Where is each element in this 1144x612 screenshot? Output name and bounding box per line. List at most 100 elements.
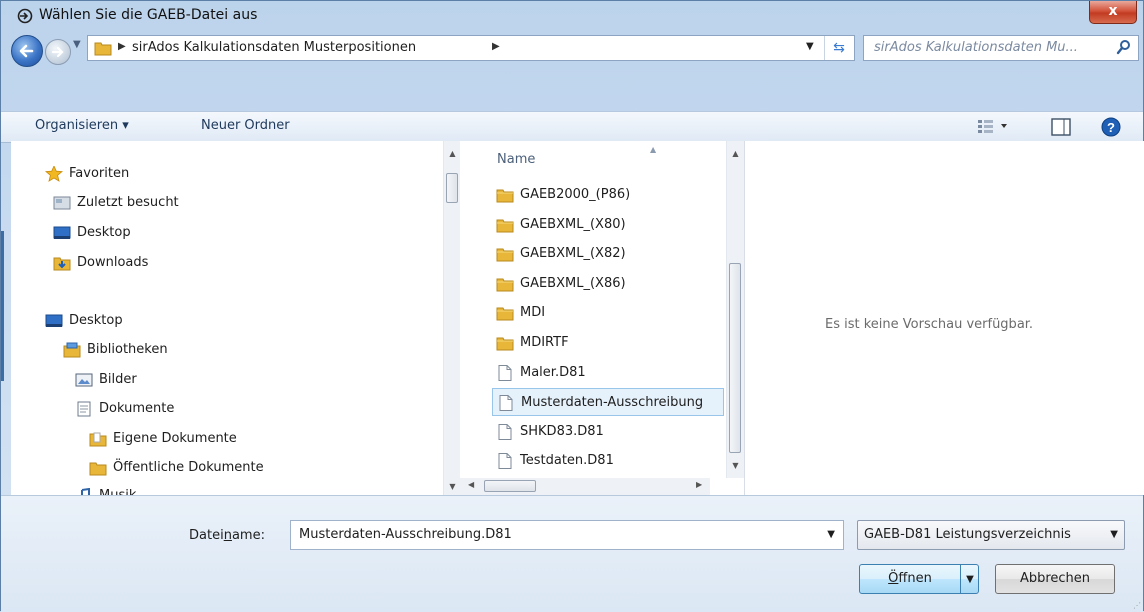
open-options-button[interactable]: ▼ <box>960 565 979 593</box>
item-name: GAEB2000_(P86) <box>520 187 631 202</box>
file-row[interactable]: Testdaten.D81 <box>492 447 724 475</box>
nav-label: Bilder <box>99 372 137 387</box>
nav-label: Musik <box>99 485 136 495</box>
filename-value: Musterdaten-Ausschreibung.D81 <box>299 527 512 542</box>
filetype-select[interactable]: GAEB-D81 Leistungsverzeichnis ▼ <box>857 520 1125 550</box>
scroll-thumb[interactable] <box>446 173 458 203</box>
folder-row[interactable]: GAEBXML_(X80) <box>492 211 724 239</box>
scroll-left-icon[interactable]: ◀ <box>468 480 474 489</box>
desktop-icon <box>53 226 71 239</box>
column-header[interactable]: Name ▲ <box>460 141 726 167</box>
item-name: GAEBXML_(X86) <box>520 275 626 291</box>
file-icon <box>498 453 512 470</box>
navigation-scrollbar[interactable]: ▲ ▼ <box>443 141 461 495</box>
nav-label: Dokumente <box>99 401 175 416</box>
preview-pane-icon[interactable] <box>1051 118 1071 136</box>
preview-message: Es ist keine Vorschau verfügbar. <box>825 317 1034 332</box>
folder-icon <box>496 189 514 203</box>
breadcrumb-separator-icon[interactable]: ▶ <box>492 41 500 52</box>
svg-text:?: ? <box>1107 120 1115 135</box>
filetype-value: GAEB-D81 Leistungsverzeichnis <box>864 527 1071 542</box>
scroll-thumb[interactable] <box>729 263 741 453</box>
title-bar: Wählen Sie die GAEB-Datei aus x <box>1 1 1143 31</box>
file-list[interactable]: Name ▲ GAEB2000_(P86) GAEBXML_(X80) GAEBXM… <box>460 141 726 495</box>
new-folder-button[interactable]: Neuer Ordner <box>201 118 290 133</box>
window-title: Wählen Sie die GAEB-Datei aus <box>39 7 258 23</box>
content-area: Favoriten Zuletzt besucht Desktop Downlo… <box>11 141 1144 495</box>
file-icon <box>499 395 513 412</box>
scroll-right-icon[interactable]: ▶ <box>696 480 702 489</box>
search-icon[interactable] <box>1116 39 1132 55</box>
file-list-hscrollbar[interactable]: ◀ ▶ <box>460 478 710 495</box>
folder-row[interactable]: GAEBXML_(X82) <box>492 240 724 268</box>
file-row[interactable]: Maler.D81 <box>492 359 724 387</box>
file-open-dialog: Wählen Sie die GAEB-Datei aus x ▼ ▶ sirA… <box>0 0 1144 612</box>
resize-grip-icon[interactable]: ⋰ <box>1133 601 1141 610</box>
music-library-icon <box>81 488 90 495</box>
folder-icon <box>89 462 107 476</box>
chevron-down-icon[interactable]: ▼ <box>827 529 835 540</box>
folder-row[interactable]: MDI <box>492 299 724 327</box>
item-name: Maler.D81 <box>520 364 586 380</box>
file-row[interactable]: SHKD83.D81 <box>492 418 724 446</box>
folder-row[interactable]: MDIRTF <box>492 329 724 357</box>
nav-label: Eigene Dokumente <box>113 431 237 446</box>
scroll-thumb[interactable] <box>484 480 536 492</box>
folder-icon <box>496 337 514 351</box>
folder-row[interactable]: GAEBXML_(X86) <box>492 270 724 298</box>
item-name: MDIRTF <box>520 335 569 350</box>
search-input[interactable]: sirAdos Kalkulationsdaten Mu... <box>863 35 1139 61</box>
chevron-down-icon: ▼ <box>1110 529 1118 540</box>
item-name: MDI <box>520 305 546 321</box>
folder-icon <box>496 219 514 233</box>
cancel-button[interactable]: Abbrechen <box>995 564 1115 594</box>
navigation-bar: ▼ ▶ sirAdos Kalkulationsdaten Musterposi… <box>1 31 1143 111</box>
desktop-icon <box>45 314 63 327</box>
folder-icon <box>496 307 514 321</box>
back-arrow-icon <box>19 44 34 58</box>
nav-label: Öffentliche Dokumente <box>113 460 264 475</box>
search-placeholder: sirAdos Kalkulationsdaten Mu... <box>874 40 1078 55</box>
file-icon <box>498 364 512 381</box>
file-icon <box>498 423 512 440</box>
folder-row[interactable]: GAEB2000_(P86) <box>492 181 724 209</box>
folder-icon <box>496 278 514 292</box>
forward-button[interactable] <box>45 39 71 65</box>
filename-input[interactable]: Musterdaten-Ausschreibung.D81 ▼ <box>290 520 844 550</box>
close-button[interactable]: x <box>1089 1 1137 24</box>
forward-arrow-icon <box>51 46 64 58</box>
view-options-icon[interactable] <box>977 118 1013 134</box>
item-name: SHKD83.D81 <box>520 423 604 439</box>
documents-library-icon <box>77 401 91 417</box>
address-dropdown-icon[interactable]: ▼ <box>806 41 814 52</box>
sort-ascending-icon: ▲ <box>650 145 657 154</box>
nav-label: Desktop <box>77 225 131 240</box>
breadcrumb-separator-icon[interactable]: ▶ <box>118 41 126 52</box>
libraries-icon <box>63 342 81 358</box>
history-dropdown-icon[interactable]: ▼ <box>73 39 81 50</box>
file-row[interactable]: Musterdaten-Ausschreibung <box>492 388 724 417</box>
breadcrumb-item[interactable]: sirAdos Kalkulationsdaten Musterposition… <box>132 40 416 55</box>
nav-label: Downloads <box>77 255 149 270</box>
item-name: Testdaten.D81 <box>520 453 614 469</box>
scroll-up-icon[interactable]: ▲ <box>727 145 744 162</box>
folder-icon <box>89 432 107 447</box>
recent-places-icon <box>53 196 71 210</box>
window-accent <box>1 231 4 381</box>
address-bar[interactable]: ▶ sirAdos Kalkulationsdaten Musterpositi… <box>87 35 855 61</box>
file-list-scrollbar[interactable]: ▲ ▼ <box>726 141 744 478</box>
organize-menu[interactable]: Organisieren ▾ <box>35 118 129 133</box>
nav-label: Favoriten <box>69 166 130 181</box>
scroll-down-icon[interactable]: ▼ <box>444 478 461 495</box>
refresh-button[interactable]: ⇆ <box>824 36 853 60</box>
open-button-main[interactable]: Öffnen <box>860 565 960 593</box>
help-icon[interactable]: ? <box>1101 117 1121 137</box>
navigation-pane[interactable]: Favoriten Zuletzt besucht Desktop Downlo… <box>11 141 443 495</box>
open-button[interactable]: Öffnen ▼ <box>859 564 979 594</box>
back-button[interactable] <box>11 35 43 67</box>
scroll-up-icon[interactable]: ▲ <box>444 145 461 162</box>
scroll-down-icon[interactable]: ▼ <box>727 457 744 474</box>
column-name-header[interactable]: Name <box>497 152 535 167</box>
star-icon <box>45 166 63 182</box>
item-name: GAEBXML_(X80) <box>520 216 626 232</box>
